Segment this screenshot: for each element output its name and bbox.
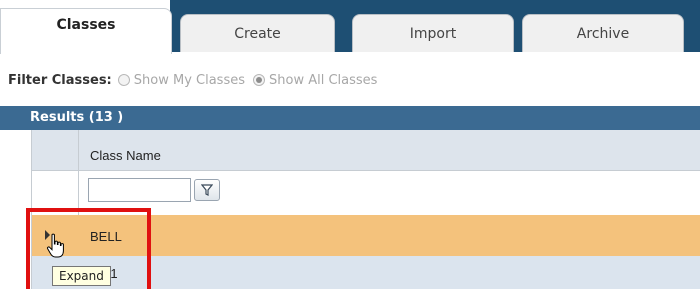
- screen: Classes Create Import Archive Filter Cla…: [0, 0, 700, 289]
- show-all-classes-radio[interactable]: [253, 74, 265, 86]
- grid-left-border: [31, 130, 32, 289]
- tab-archive-label: Archive: [576, 25, 630, 42]
- tab-classes[interactable]: Classes: [0, 8, 172, 54]
- results-header: [31, 106, 700, 130]
- funnel-icon: [201, 184, 213, 196]
- hand-pointer-icon: [46, 233, 64, 258]
- tab-import-label: Import: [409, 25, 457, 42]
- tab-create[interactable]: Create: [180, 14, 335, 52]
- class-name-cell: BELL: [90, 229, 122, 244]
- show-my-classes-label[interactable]: Show My Classes: [134, 73, 245, 88]
- column-divider: [78, 130, 79, 215]
- tab-import[interactable]: Import: [352, 14, 514, 52]
- tooltip-text: Expand: [59, 269, 104, 283]
- show-all-classes-label[interactable]: Show All Classes: [269, 73, 377, 88]
- expand-tooltip: Expand: [52, 266, 111, 286]
- table-row[interactable]: [31, 215, 700, 256]
- tab-classes-label: Classes: [56, 16, 116, 33]
- filter-button[interactable]: [194, 179, 220, 201]
- results-count: Results (13 ): [30, 110, 124, 125]
- filter-classes-row: Filter Classes: Show My Classes Show All…: [8, 70, 385, 90]
- table-row[interactable]: [31, 256, 700, 289]
- results-header-bar: [0, 106, 31, 130]
- class-name-column-header[interactable]: Class Name: [90, 148, 161, 163]
- filter-classes-label: Filter Classes:: [8, 72, 112, 88]
- tab-archive[interactable]: Archive: [522, 14, 684, 52]
- show-my-classes-radio[interactable]: [117, 74, 130, 86]
- class-name-filter-input[interactable]: [88, 178, 191, 202]
- tab-bar: Classes Create Import Archive: [0, 0, 700, 54]
- tab-create-label: Create: [234, 25, 281, 42]
